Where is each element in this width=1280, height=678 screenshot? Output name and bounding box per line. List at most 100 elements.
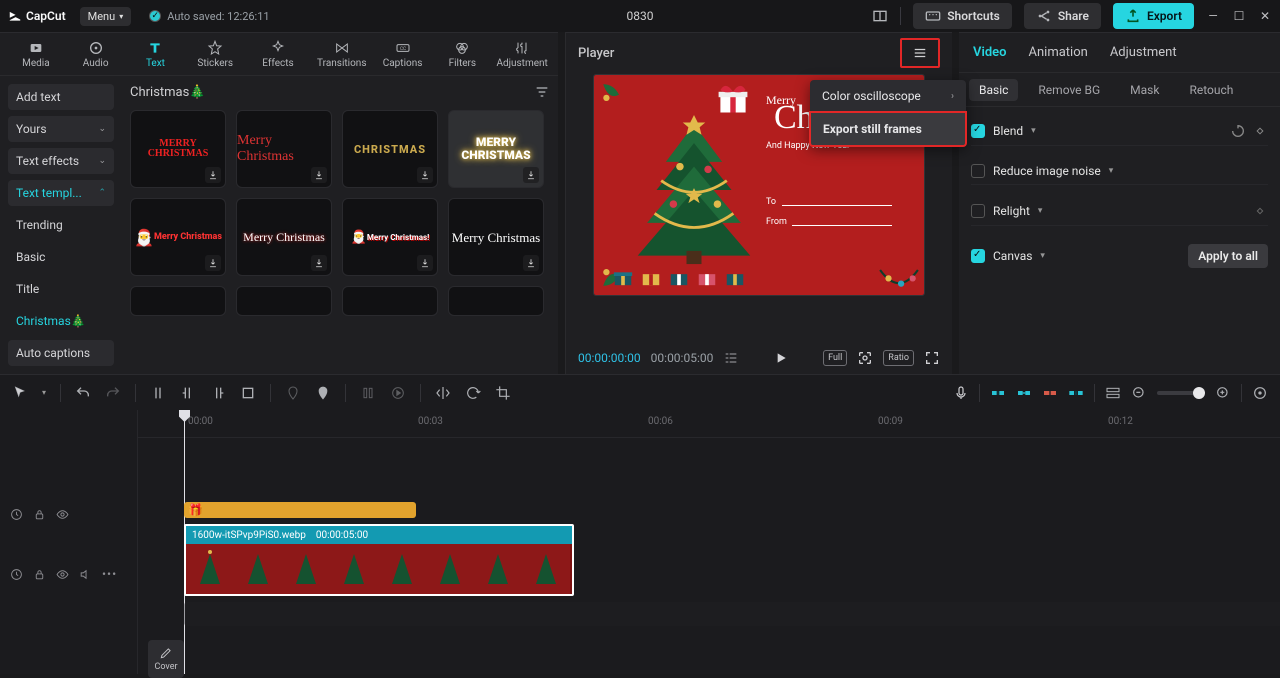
template-thumb[interactable] xyxy=(130,286,226,316)
video-clip[interactable]: 1600w-itSPvp9PiS0.webp 00:00:05:00 xyxy=(184,524,574,596)
scan-icon[interactable] xyxy=(857,350,873,366)
reset-icon[interactable] xyxy=(1230,123,1246,139)
keyframe-icon[interactable] xyxy=(1252,123,1268,139)
full-button[interactable]: Full xyxy=(823,350,847,366)
share-button[interactable]: Share xyxy=(1024,3,1101,29)
marker-icon[interactable] xyxy=(315,385,331,401)
download-icon[interactable] xyxy=(523,255,539,271)
chevron-down-icon[interactable]: ▾ xyxy=(1038,206,1043,216)
zoom-slider[interactable] xyxy=(1157,391,1205,395)
download-icon[interactable] xyxy=(417,255,433,271)
sidebar-text-effects[interactable]: Text effects⌄ xyxy=(8,148,114,174)
checkbox-canvas[interactable] xyxy=(971,249,985,263)
menu-export-still-frames[interactable]: Export still frames xyxy=(809,111,967,147)
more-icon[interactable]: ••• xyxy=(102,567,117,581)
module-stickers[interactable]: Stickers xyxy=(185,33,245,75)
audio-track-placeholder[interactable] xyxy=(184,602,1280,626)
download-icon[interactable] xyxy=(523,167,539,183)
magnet-link-icon[interactable] xyxy=(1016,385,1032,401)
module-effects[interactable]: Effects xyxy=(245,33,311,75)
template-thumb[interactable] xyxy=(448,286,544,316)
list-icon[interactable] xyxy=(723,350,739,366)
window-maximize-icon[interactable]: ☐ xyxy=(1232,9,1246,23)
tab-adjustment[interactable]: Adjustment xyxy=(1110,45,1177,60)
subtab-retouch[interactable]: Retouch xyxy=(1179,79,1243,101)
magnet-snap-icon[interactable] xyxy=(1042,385,1058,401)
sidebar-trending[interactable]: Trending xyxy=(8,212,114,238)
mute-icon[interactable] xyxy=(79,568,92,581)
template-thumb[interactable]: CHRISTMAS xyxy=(342,110,438,188)
module-media[interactable]: Media xyxy=(6,33,66,75)
module-filters[interactable]: Filters xyxy=(432,33,492,75)
clock-icon[interactable] xyxy=(10,508,23,521)
template-thumb[interactable]: Merry Christmas xyxy=(236,198,332,276)
sidebar-yours[interactable]: Yours⌄ xyxy=(8,116,114,142)
module-captions[interactable]: CCCaptions xyxy=(373,33,433,75)
redo-icon[interactable] xyxy=(105,385,121,401)
layout-icon[interactable] xyxy=(872,8,888,24)
undo-icon[interactable] xyxy=(75,385,91,401)
delete-icon[interactable] xyxy=(240,385,256,401)
rotate-icon[interactable] xyxy=(465,385,481,401)
magnet-main-icon[interactable] xyxy=(990,385,1006,401)
template-thumb[interactable] xyxy=(342,286,438,316)
sidebar-christmas[interactable]: Christmas🎄 xyxy=(8,308,114,334)
magnet-preview-icon[interactable] xyxy=(1068,385,1084,401)
template-thumb[interactable]: MERRY CHRISTMAS xyxy=(448,110,544,188)
timeline-body[interactable]: 00:00 00:03 00:06 00:09 00:12 🎁 1600w-it… xyxy=(138,410,1280,674)
trim-right-icon[interactable] xyxy=(210,385,226,401)
trim-left-icon[interactable] xyxy=(180,385,196,401)
sidebar-text-templates[interactable]: Text templ...⌃ xyxy=(8,180,114,206)
subtab-remove-bg[interactable]: Remove BG xyxy=(1028,79,1110,101)
filter-icon[interactable] xyxy=(534,84,550,100)
ratio-button[interactable]: Ratio xyxy=(883,350,914,366)
template-thumb[interactable] xyxy=(236,286,332,316)
subtab-basic[interactable]: Basic xyxy=(969,79,1018,101)
module-text[interactable]: Text xyxy=(126,33,186,75)
clock-icon[interactable] xyxy=(10,568,23,581)
chevron-down-icon[interactable]: ▾ xyxy=(42,388,46,397)
checkbox-blend[interactable] xyxy=(971,124,985,138)
template-thumb[interactable]: MERRY CHRISTMAS xyxy=(130,110,226,188)
eye-icon[interactable] xyxy=(56,508,69,521)
mic-icon[interactable] xyxy=(953,385,969,401)
zoom-out-icon[interactable] xyxy=(1131,385,1147,401)
sidebar-title[interactable]: Title xyxy=(8,276,114,302)
marker-out-icon[interactable] xyxy=(285,385,301,401)
download-icon[interactable] xyxy=(311,167,327,183)
sidebar-add-text[interactable]: Add text xyxy=(8,84,114,110)
lock-icon[interactable] xyxy=(33,508,46,521)
split-icon[interactable] xyxy=(150,385,166,401)
download-icon[interactable] xyxy=(417,167,433,183)
chevron-down-icon[interactable]: ▾ xyxy=(1031,126,1036,136)
module-audio[interactable]: Audio xyxy=(66,33,126,75)
template-thumb[interactable]: Merry Christmas xyxy=(236,110,332,188)
window-minimize-icon[interactable]: — xyxy=(1206,9,1220,23)
menu-color-oscilloscope[interactable]: Color oscilloscope › xyxy=(810,80,966,112)
sidebar-basic[interactable]: Basic xyxy=(8,244,114,270)
text-strip[interactable]: 🎁 xyxy=(184,502,416,520)
apply-to-all-button[interactable]: Apply to all xyxy=(1188,244,1268,268)
play-icon[interactable] xyxy=(773,350,789,366)
pointer-icon[interactable] xyxy=(12,385,28,401)
template-thumb[interactable]: Merry Christmas xyxy=(448,198,544,276)
freeze-icon[interactable] xyxy=(360,385,376,401)
chevron-down-icon[interactable]: ▾ xyxy=(1040,251,1045,261)
template-thumb[interactable]: 🎅Merry Christmas! xyxy=(342,198,438,276)
zoom-in-icon[interactable] xyxy=(1215,385,1231,401)
module-transitions[interactable]: Transitions xyxy=(311,33,373,75)
timeline-ruler[interactable]: 00:00 00:03 00:06 00:09 00:12 xyxy=(138,410,1280,438)
download-icon[interactable] xyxy=(205,255,221,271)
template-thumb[interactable]: 🎅Merry Christmas xyxy=(130,198,226,276)
download-icon[interactable] xyxy=(311,255,327,271)
checkbox-relight[interactable] xyxy=(971,204,985,218)
module-adjustment[interactable]: Adjustment xyxy=(492,33,552,75)
checkbox-reduce-noise[interactable] xyxy=(971,164,985,178)
tab-video[interactable]: Video xyxy=(973,45,1007,60)
lock-icon[interactable] xyxy=(33,568,46,581)
menu-button[interactable]: Menu ▾ xyxy=(80,7,132,26)
mirror-icon[interactable] xyxy=(435,385,451,401)
fullscreen-icon[interactable] xyxy=(924,350,940,366)
sidebar-auto-captions[interactable]: Auto captions xyxy=(8,340,114,366)
tab-animation[interactable]: Animation xyxy=(1029,45,1088,60)
